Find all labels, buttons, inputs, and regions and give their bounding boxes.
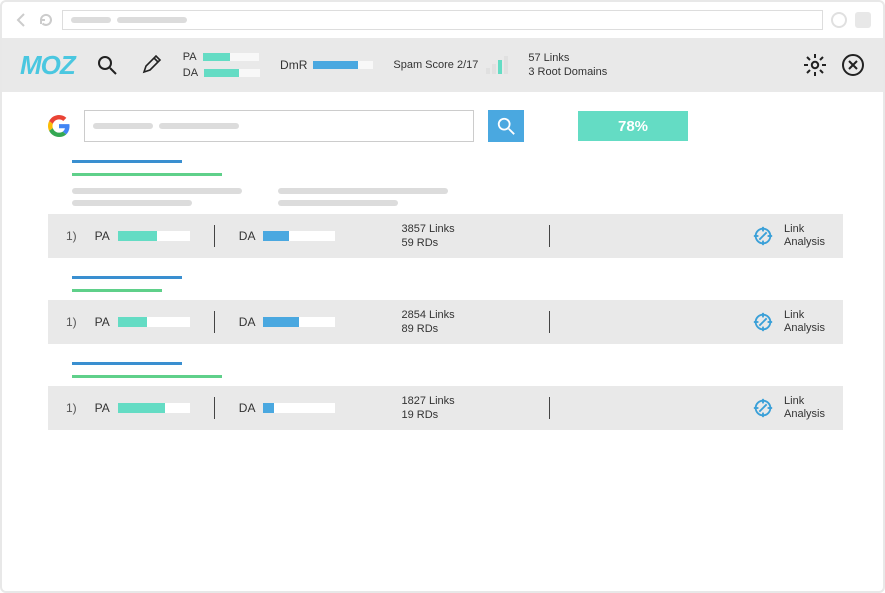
link-analysis-button[interactable]: Link Analysis bbox=[752, 223, 825, 249]
result-title-line[interactable] bbox=[72, 362, 182, 365]
result-link-counts: 1827 Links 19 RDs bbox=[401, 394, 491, 423]
dmr-bar bbox=[313, 61, 373, 69]
address-bar[interactable] bbox=[62, 10, 823, 30]
result-link-counts: 2854 Links 89 RDs bbox=[401, 308, 491, 337]
target-icon bbox=[752, 311, 774, 333]
action-line1: Link bbox=[784, 223, 825, 236]
addr-placeholder bbox=[117, 17, 187, 23]
result-number: 1) bbox=[66, 315, 77, 329]
gear-icon[interactable] bbox=[803, 53, 827, 77]
link-counts: 57 Links 3 Root Domains bbox=[528, 51, 607, 80]
action-line2: Analysis bbox=[784, 322, 825, 335]
pa-label: PA bbox=[95, 229, 110, 243]
da-metric: DA bbox=[239, 229, 336, 243]
result-number: 1) bbox=[66, 401, 77, 415]
spam-score-group: Spam Score 2/17 bbox=[393, 56, 508, 74]
pa-metric: PA bbox=[95, 401, 190, 415]
window-control-circle[interactable] bbox=[831, 12, 847, 28]
pa-label: PA bbox=[183, 51, 197, 63]
content-area: 78% 1) PA DA 3857 Links 59 RDs bbox=[2, 92, 883, 430]
score-badge: 78% bbox=[578, 111, 688, 141]
window-control-square[interactable] bbox=[855, 12, 871, 28]
da-label: DA bbox=[239, 229, 256, 243]
search-placeholder bbox=[159, 123, 239, 129]
result-number: 1) bbox=[66, 229, 77, 243]
pencil-icon[interactable] bbox=[139, 53, 163, 77]
link-analysis-button[interactable]: Link Analysis bbox=[752, 309, 825, 335]
divider bbox=[549, 311, 550, 333]
search-result: 1) PA DA 3857 Links 59 RDs bbox=[48, 160, 843, 258]
moz-logo: MOZ bbox=[20, 50, 75, 81]
search-result: 1) PA DA 2854 Links 89 RDs bbox=[48, 276, 843, 344]
link-analysis-button[interactable]: Link Analysis bbox=[752, 395, 825, 421]
da-metric: DA bbox=[239, 315, 336, 329]
pa-bar bbox=[203, 53, 259, 61]
search-input[interactable] bbox=[84, 110, 474, 142]
result-snippet bbox=[72, 188, 843, 206]
links-count: 2854 Links bbox=[401, 308, 491, 322]
search-button[interactable] bbox=[488, 110, 524, 142]
divider bbox=[549, 225, 550, 247]
action-line1: Link bbox=[784, 309, 825, 322]
search-placeholder bbox=[93, 123, 153, 129]
da-bar bbox=[204, 69, 260, 77]
divider bbox=[549, 397, 550, 419]
action-line1: Link bbox=[784, 395, 825, 408]
rds-count: 19 RDs bbox=[401, 408, 491, 422]
divider bbox=[214, 397, 215, 419]
pa-metric: PA bbox=[95, 229, 190, 243]
da-label: DA bbox=[239, 401, 256, 415]
action-line2: Analysis bbox=[784, 408, 825, 421]
dmr-group: DmR bbox=[280, 58, 373, 72]
result-url-line[interactable] bbox=[72, 173, 222, 176]
search-result: 1) PA DA 1827 Links 19 RDs bbox=[48, 362, 843, 430]
divider bbox=[214, 225, 215, 247]
da-label: DA bbox=[183, 67, 198, 79]
pa-label: PA bbox=[95, 315, 110, 329]
rds-count: 59 RDs bbox=[401, 236, 491, 250]
result-url-line[interactable] bbox=[72, 375, 222, 378]
links-count: 3857 Links bbox=[401, 222, 491, 236]
browser-window: MOZ PA DA DmR Spam Score 2/17 bbox=[0, 0, 885, 593]
back-arrow-icon[interactable] bbox=[14, 12, 30, 28]
search-icon[interactable] bbox=[95, 53, 119, 77]
search-row: 78% bbox=[48, 110, 843, 142]
da-metric: DA bbox=[239, 401, 336, 415]
browser-chrome bbox=[2, 2, 883, 38]
pa-metric: PA bbox=[95, 315, 190, 329]
result-metrics-bar: 1) PA DA 3857 Links 59 RDs bbox=[48, 214, 843, 258]
result-link-counts: 3857 Links 59 RDs bbox=[401, 222, 491, 251]
dmr-label: DmR bbox=[280, 58, 307, 72]
links-count: 57 Links bbox=[528, 51, 607, 65]
pa-da-group: PA DA bbox=[183, 51, 260, 79]
result-url-line[interactable] bbox=[72, 289, 162, 292]
spam-score-label: Spam Score 2/17 bbox=[393, 59, 478, 71]
result-title-line[interactable] bbox=[72, 160, 182, 163]
google-icon bbox=[48, 115, 70, 137]
root-domains-count: 3 Root Domains bbox=[528, 65, 607, 79]
pa-label: PA bbox=[95, 401, 110, 415]
action-line2: Analysis bbox=[784, 236, 825, 249]
rds-count: 89 RDs bbox=[401, 322, 491, 336]
target-icon bbox=[752, 397, 774, 419]
addr-placeholder bbox=[71, 17, 111, 23]
target-icon bbox=[752, 225, 774, 247]
spam-bars-icon bbox=[486, 56, 508, 74]
result-metrics-bar: 1) PA DA 1827 Links 19 RDs bbox=[48, 386, 843, 430]
moz-toolbar: MOZ PA DA DmR Spam Score 2/17 bbox=[2, 38, 883, 92]
links-count: 1827 Links bbox=[401, 394, 491, 408]
da-label: DA bbox=[239, 315, 256, 329]
result-title-line[interactable] bbox=[72, 276, 182, 279]
close-icon[interactable] bbox=[841, 53, 865, 77]
reload-icon[interactable] bbox=[38, 12, 54, 28]
result-metrics-bar: 1) PA DA 2854 Links 89 RDs bbox=[48, 300, 843, 344]
divider bbox=[214, 311, 215, 333]
